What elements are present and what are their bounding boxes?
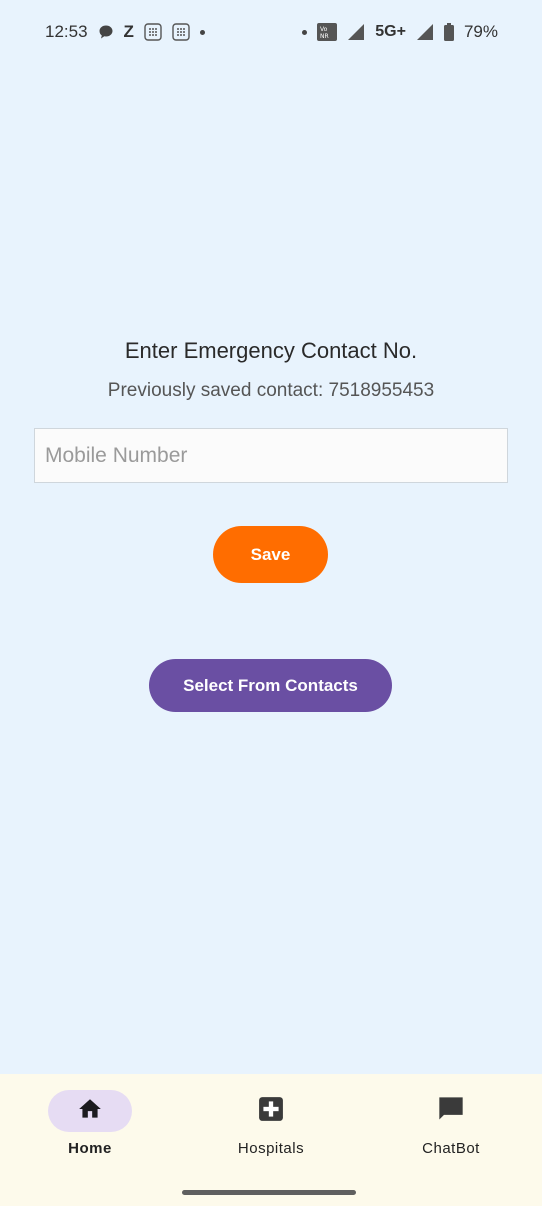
nav-active-indicator bbox=[48, 1090, 132, 1132]
save-button[interactable]: Save bbox=[213, 526, 328, 583]
status-right: Vo NR 5G+ 79% bbox=[302, 22, 498, 42]
previous-contact-text: Previously saved contact: 7518955453 bbox=[107, 380, 435, 401]
bottom-navigation: Home Hospitals ChatBot bbox=[0, 1074, 542, 1206]
nav-label-hospitals: Hospitals bbox=[237, 1140, 305, 1157]
chat-bubble-icon bbox=[98, 24, 114, 40]
grid-icon bbox=[172, 23, 190, 41]
dot-icon bbox=[199, 29, 205, 35]
nav-item-hospitals[interactable]: Hospitals bbox=[201, 1090, 341, 1170]
nav-item-chatbot[interactable]: ChatBot bbox=[381, 1090, 521, 1170]
signal-icon bbox=[416, 23, 434, 41]
medical-cross-icon bbox=[258, 1096, 284, 1127]
nav-item-home[interactable]: Home bbox=[20, 1090, 160, 1170]
signal-icon bbox=[347, 23, 365, 41]
volte-icon: Vo NR bbox=[317, 23, 338, 41]
status-time: 12:53 bbox=[45, 22, 88, 41]
nav-label-chatbot: ChatBot bbox=[422, 1140, 480, 1157]
emergency-contact-screen: Enter Emergency Contact No. Previously s… bbox=[0, 64, 542, 1074]
select-from-contacts-button[interactable]: Select From Contacts bbox=[149, 659, 392, 712]
dot-icon bbox=[302, 29, 308, 35]
gesture-handle[interactable] bbox=[182, 1190, 356, 1195]
svg-text:NR: NR bbox=[320, 33, 329, 40]
mobile-number-input[interactable] bbox=[35, 429, 507, 482]
page-title: Enter Emergency Contact No. bbox=[124, 338, 418, 363]
battery-icon bbox=[443, 23, 454, 41]
svg-text:Vo: Vo bbox=[320, 26, 328, 33]
battery-level: 79% bbox=[463, 22, 498, 41]
grid-icon bbox=[144, 23, 162, 41]
z-icon: Z bbox=[123, 22, 134, 41]
mobile-number-field bbox=[34, 428, 508, 483]
home-icon bbox=[77, 1096, 103, 1127]
network-type: 5G+ bbox=[375, 23, 406, 40]
chat-icon bbox=[437, 1095, 465, 1128]
status-left: 12:53 Z bbox=[45, 22, 205, 42]
status-bar: 12:53 Z Vo NR 5G+ 79% bbox=[0, 0, 542, 64]
nav-label-home: Home bbox=[68, 1140, 112, 1157]
